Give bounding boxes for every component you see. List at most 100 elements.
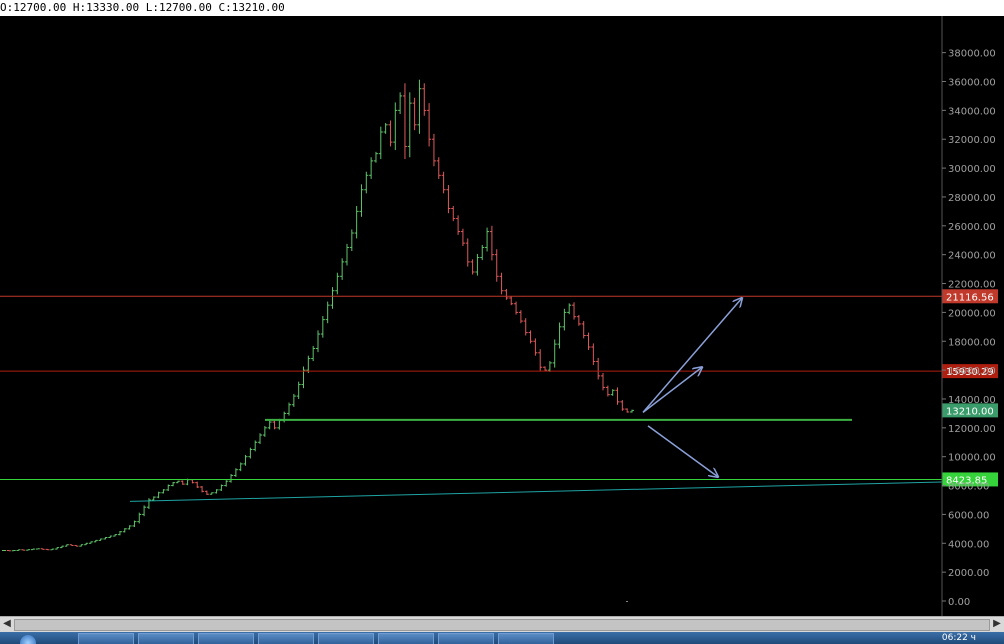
y-tick-label: 0.00	[948, 597, 970, 608]
ohlc-bar	[364, 171, 369, 194]
ohlc-bar	[306, 355, 311, 373]
ohlc-bar	[137, 512, 142, 524]
ohlc-bar	[132, 520, 137, 528]
ohlc-bar	[601, 373, 606, 391]
scroll-right-icon[interactable]: ▶	[991, 618, 1003, 630]
ohlc-bar	[552, 339, 557, 368]
scrollbar-thumb[interactable]	[14, 619, 990, 631]
projection-arrow	[647, 425, 718, 477]
ohlc-bar	[311, 345, 316, 362]
ohlc-bar	[175, 480, 180, 484]
ohlc-bar	[528, 330, 533, 344]
ohlc-bar	[55, 547, 60, 550]
taskbar-item-document[interactable]	[318, 633, 374, 644]
ohlc-bar	[195, 481, 200, 489]
ohlc-bar	[127, 525, 132, 530]
ohlc-bar	[369, 157, 374, 179]
y-tick-label: 38000.00	[948, 49, 996, 60]
ohlc-bar	[151, 496, 156, 501]
taskbar-item-folder[interactable]	[78, 633, 134, 644]
y-tick-label: 10000.00	[948, 453, 996, 464]
projection-arrow	[642, 367, 702, 413]
ohlc-bar	[407, 92, 412, 158]
taskbar-item-app[interactable]	[198, 633, 254, 644]
taskbar-item-app[interactable]	[378, 633, 434, 644]
taskbar: 06:22 ч	[0, 632, 1004, 644]
ohlc-bar	[59, 545, 64, 549]
taskbar-item-app[interactable]	[438, 633, 494, 644]
ohlc-bar	[393, 102, 398, 151]
ohlc-bar	[344, 243, 349, 266]
ohlc-bar	[499, 272, 504, 295]
ohlc-bar	[576, 314, 581, 326]
ohlc-bar	[630, 409, 634, 413]
ohlc-bar	[316, 330, 320, 353]
ohlc-bar	[340, 258, 345, 280]
y-tick-label: 20000.00	[948, 308, 996, 319]
start-button-icon[interactable]	[20, 635, 36, 644]
ohlc-bar	[161, 489, 166, 494]
y-tick-label: 18000.00	[948, 337, 996, 348]
ohlc-bar	[475, 253, 480, 276]
taskbar-item-app[interactable]	[498, 633, 554, 644]
ohlc-bar	[248, 447, 253, 459]
y-tick-label: 22000.00	[948, 280, 996, 291]
ohlc-bar	[567, 303, 572, 315]
ohlc-bars	[2, 79, 634, 602]
ohlc-bar	[562, 308, 567, 331]
ohlc-bar	[30, 548, 35, 551]
y-tick-label: 12000.00	[948, 424, 996, 435]
ohlc-bar	[572, 302, 577, 320]
ohlc-bar	[383, 122, 388, 134]
ohlc-bar	[40, 548, 45, 550]
ohlc-bar	[441, 171, 446, 194]
ohlc-bar	[88, 541, 93, 544]
scroll-left-icon[interactable]: ◀	[1, 618, 13, 630]
ohlc-bar	[258, 433, 263, 445]
y-tick-label: 6000.00	[948, 510, 989, 521]
ohlc-bar	[610, 389, 615, 396]
ohlc-bar	[494, 249, 499, 282]
ohlc-bar	[605, 385, 610, 397]
ohlc-bar	[117, 531, 122, 536]
ohlc-bar	[620, 400, 625, 411]
horizontal-scrollbar[interactable]: ◀ ▶	[0, 616, 1004, 632]
y-tick-label: 32000.00	[948, 135, 996, 146]
y-tick-label: 14000.00	[948, 395, 996, 406]
price-chart[interactable]: 21116.56 15930.29 13210.00 8423.85 0.00 2000…	[0, 16, 1004, 616]
ohlc-bar	[142, 505, 147, 517]
price-axis: 0.00 2000.00 4000.00 6000.00 8000.00 10000.00…	[941, 16, 996, 616]
ohlc-bar	[166, 484, 171, 491]
taskbar-item-app[interactable]	[138, 633, 194, 644]
ohlc-bar	[267, 420, 272, 430]
ohlc-bar	[262, 426, 267, 437]
ohlc-bar	[21, 549, 26, 551]
ohlc-bar	[287, 402, 292, 416]
ohlc-bar	[253, 440, 258, 452]
ohlc-bar	[460, 228, 465, 247]
ohlc-bar	[398, 92, 403, 114]
ohlc-bar	[427, 103, 432, 147]
ohlc-bar	[113, 534, 118, 537]
ohlc-bar	[301, 366, 306, 389]
ohlc-bar	[480, 244, 485, 261]
ohlc-bar	[243, 454, 248, 466]
ohlc-bar	[388, 120, 393, 147]
ohlc-bar	[422, 83, 427, 116]
ohlc-bar	[456, 215, 461, 235]
ohlc-bar	[171, 481, 176, 487]
ohlc-bar	[514, 301, 519, 315]
ohlc-bar	[470, 259, 475, 275]
ohlc-bar	[625, 408, 630, 413]
taskbar-item-opera[interactable]	[258, 633, 314, 644]
ohlc-bar	[504, 288, 509, 300]
ohlc-bar	[538, 349, 543, 371]
ohlc-bar	[156, 491, 161, 499]
ohlc-bar	[26, 549, 31, 551]
ohlc-bar	[219, 484, 224, 491]
trend-line	[129, 481, 943, 502]
ohlc-bar	[50, 548, 55, 551]
ohlc-bar	[6, 549, 11, 552]
ohlc-bar	[431, 133, 436, 167]
ohlc-bar	[547, 361, 552, 372]
